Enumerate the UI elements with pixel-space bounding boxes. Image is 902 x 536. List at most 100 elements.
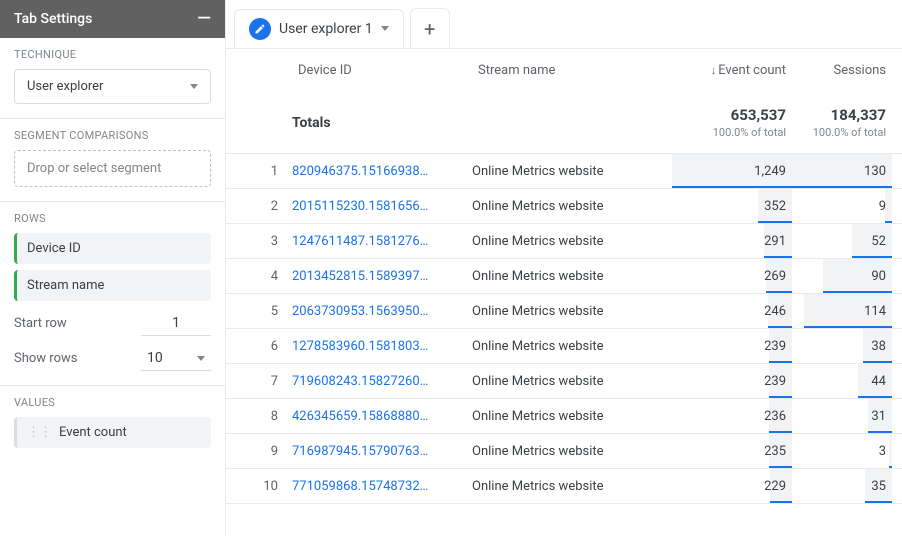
data-table: Device ID Stream name ↓Event count Sessi…: [226, 49, 902, 536]
device-id-link[interactable]: 716987945.15790763…: [292, 444, 472, 459]
technique-section: TECHNIQUE User explorer: [0, 38, 225, 110]
table-row: 9716987945.15790763…Online Metrics websi…: [226, 434, 902, 469]
tabs: User explorer 1 +: [226, 0, 902, 49]
sidebar-header: Tab Settings —: [0, 0, 225, 38]
table-row: 61278583960.1581803…Online Metrics websi…: [226, 329, 902, 364]
technique-dropdown[interactable]: User explorer: [14, 69, 211, 104]
show-rows-label: Show rows: [14, 351, 77, 366]
sessions-cell: 35: [792, 469, 892, 503]
device-id-link[interactable]: 719608243.15827260…: [292, 374, 472, 389]
sort-desc-icon: ↓: [711, 64, 717, 77]
table-row: 8426345659.15868880…Online Metrics websi…: [226, 399, 902, 434]
row-index: 1: [242, 164, 292, 179]
table-row: 10771059868.15748732…Online Metrics webs…: [226, 469, 902, 504]
stream-name: Online Metrics website: [472, 199, 672, 214]
sessions-cell: 130: [792, 154, 892, 188]
row-index: 10: [242, 479, 292, 494]
sidebar-title: Tab Settings: [14, 11, 92, 27]
row-index: 8: [242, 409, 292, 424]
rows-label: ROWS: [14, 212, 211, 225]
edit-icon: [249, 18, 271, 40]
main: User explorer 1 + Device ID Stream name …: [226, 0, 902, 536]
values-label: VALUES: [14, 396, 211, 409]
stream-name: Online Metrics website: [472, 374, 672, 389]
sessions-cell: 114: [792, 294, 892, 328]
sessions-cell: 3: [792, 434, 892, 468]
event-count-cell: 235: [672, 434, 792, 468]
show-rows-select[interactable]: 10: [141, 346, 211, 371]
device-id-link[interactable]: 1278583960.1581803…: [292, 339, 472, 354]
totals-sessions: 184,337 100.0% of total: [792, 106, 892, 139]
stream-name: Online Metrics website: [472, 304, 672, 319]
stream-name: Online Metrics website: [472, 269, 672, 284]
col-stream[interactable]: Stream name: [472, 63, 672, 78]
table-row: 52063730953.1563950…Online Metrics websi…: [226, 294, 902, 329]
device-id-link[interactable]: 2013452815.1589397…: [292, 269, 472, 284]
chevron-down-icon: [197, 356, 205, 361]
table-row: 22015115230.1581656…Online Metrics websi…: [226, 189, 902, 224]
row-index: 6: [242, 339, 292, 354]
tab-user-explorer[interactable]: User explorer 1: [234, 9, 404, 48]
chevron-down-icon: [190, 84, 198, 89]
technique-label: TECHNIQUE: [14, 48, 211, 61]
sessions-cell: 38: [792, 329, 892, 363]
row-chip-stream-name[interactable]: Stream name: [14, 270, 211, 301]
collapse-icon[interactable]: —: [197, 10, 211, 28]
stream-name: Online Metrics website: [472, 234, 672, 249]
col-events[interactable]: ↓Event count: [672, 63, 792, 78]
table-row: 7719608243.15827260…Online Metrics websi…: [226, 364, 902, 399]
event-count-cell: 269: [672, 259, 792, 293]
table-row: 1820946375.15166938…Online Metrics websi…: [226, 154, 902, 189]
value-chip-event-count[interactable]: ⋮⋮Event count: [14, 417, 211, 448]
sessions-cell: 90: [792, 259, 892, 293]
start-row: Start row 1: [14, 311, 211, 336]
rows-section: ROWS Device ID Stream name Start row 1 S…: [0, 202, 225, 377]
event-count-cell: 239: [672, 364, 792, 398]
stream-name: Online Metrics website: [472, 164, 672, 179]
device-id-link[interactable]: 426345659.15868880…: [292, 409, 472, 424]
totals-row: Totals 653,537 100.0% of total 184,337 1…: [226, 92, 902, 154]
stream-name: Online Metrics website: [472, 479, 672, 494]
device-id-link[interactable]: 2063730953.1563950…: [292, 304, 472, 319]
values-section: VALUES ⋮⋮Event count: [0, 386, 225, 460]
row-index: 5: [242, 304, 292, 319]
tab-label: User explorer 1: [279, 21, 373, 37]
event-count-cell: 1,249: [672, 154, 792, 188]
totals-events: 653,537 100.0% of total: [672, 106, 792, 139]
col-sessions[interactable]: Sessions: [792, 63, 892, 78]
row-index: 4: [242, 269, 292, 284]
table-header: Device ID Stream name ↓Event count Sessi…: [226, 49, 902, 92]
sessions-cell: 31: [792, 399, 892, 433]
technique-value: User explorer: [27, 79, 103, 94]
event-count-cell: 291: [672, 224, 792, 258]
sessions-cell: 9: [792, 189, 892, 223]
event-count-cell: 236: [672, 399, 792, 433]
add-tab-button[interactable]: +: [410, 8, 450, 48]
device-id-link[interactable]: 771059868.15748732…: [292, 479, 472, 494]
show-rows: Show rows 10: [14, 346, 211, 371]
sessions-cell: 44: [792, 364, 892, 398]
row-chip-device-id[interactable]: Device ID: [14, 233, 211, 264]
device-id-link[interactable]: 2015115230.1581656…: [292, 199, 472, 214]
segment-label: SEGMENT COMPARISONS: [14, 129, 211, 142]
device-id-link[interactable]: 820946375.15166938…: [292, 164, 472, 179]
col-device[interactable]: Device ID: [292, 63, 472, 78]
stream-name: Online Metrics website: [472, 409, 672, 424]
totals-label: Totals: [292, 115, 472, 131]
start-row-input[interactable]: 1: [141, 311, 211, 336]
table-row: 31247611487.1581276…Online Metrics websi…: [226, 224, 902, 259]
event-count-cell: 246: [672, 294, 792, 328]
device-id-link[interactable]: 1247611487.1581276…: [292, 234, 472, 249]
sidebar: Tab Settings — TECHNIQUE User explorer S…: [0, 0, 226, 536]
row-index: 2: [242, 199, 292, 214]
segment-dropzone[interactable]: Drop or select segment: [14, 150, 211, 187]
event-count-cell: 239: [672, 329, 792, 363]
event-count-cell: 352: [672, 189, 792, 223]
start-row-label: Start row: [14, 316, 67, 331]
row-index: 7: [242, 374, 292, 389]
sessions-cell: 52: [792, 224, 892, 258]
drag-handle-icon: ⋮⋮: [27, 425, 51, 440]
event-count-cell: 229: [672, 469, 792, 503]
row-index: 3: [242, 234, 292, 249]
stream-name: Online Metrics website: [472, 339, 672, 354]
